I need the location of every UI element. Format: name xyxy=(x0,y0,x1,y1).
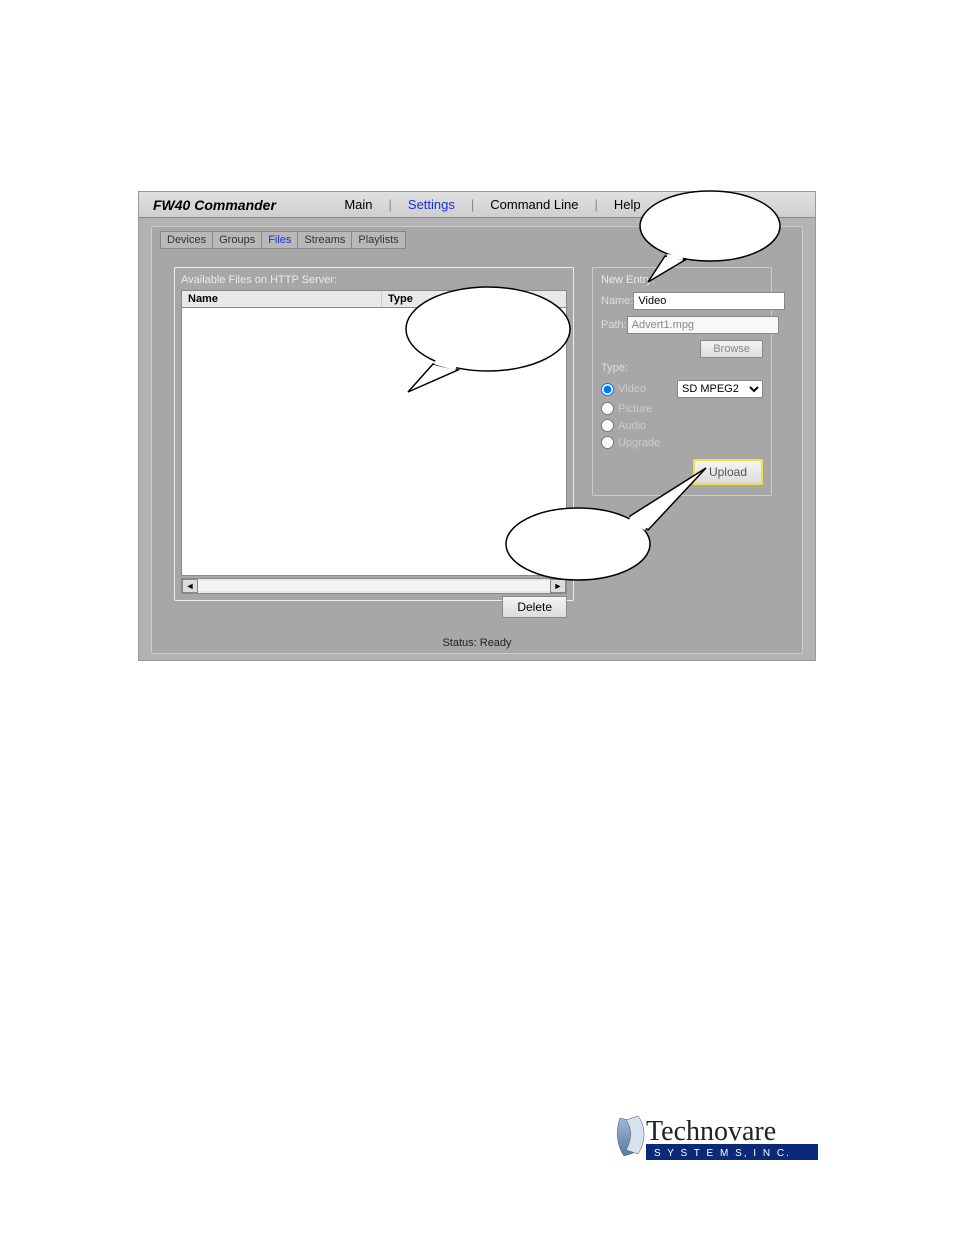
tab-groups[interactable]: Groups xyxy=(212,231,262,249)
radio-video-label: Video xyxy=(618,383,646,395)
scroll-left-icon[interactable]: ◄ xyxy=(182,579,198,593)
tab-streams[interactable]: Streams xyxy=(297,231,352,249)
tab-devices[interactable]: Devices xyxy=(160,231,213,249)
menubar: FW40 Commander Main | Settings | Command… xyxy=(139,192,815,218)
codec-select[interactable]: SD MPEG2 xyxy=(677,380,763,398)
radio-upgrade[interactable] xyxy=(601,436,614,449)
app-window: FW40 Commander Main | Settings | Command… xyxy=(138,191,816,661)
menu-main[interactable]: Main xyxy=(336,197,380,212)
menu-separator: | xyxy=(586,197,605,212)
name-input[interactable] xyxy=(633,292,785,310)
file-list[interactable]: Name Type xyxy=(181,290,567,576)
scroll-track[interactable] xyxy=(198,581,550,591)
type-label: Type: xyxy=(601,362,763,374)
radio-video[interactable] xyxy=(601,383,614,396)
upload-button[interactable]: Upload xyxy=(693,459,763,485)
status-bar: Status: Ready xyxy=(152,637,802,649)
column-name[interactable]: Name xyxy=(182,291,382,307)
radio-picture-label: Picture xyxy=(618,403,652,415)
menu-separator: | xyxy=(381,197,400,212)
path-input[interactable] xyxy=(627,316,779,334)
menu-items: Main | Settings | Command Line | Help xyxy=(336,197,648,212)
technovare-logo: Technovare S Y S T E M S, I N C. xyxy=(614,1112,824,1164)
logo-sub-text: S Y S T E M S, I N C. xyxy=(654,1148,791,1159)
tab-files[interactable]: Files xyxy=(261,231,298,249)
menu-help[interactable]: Help xyxy=(606,197,649,212)
browse-button[interactable]: Browse xyxy=(700,340,763,358)
tabs: DevicesGroupsFilesStreamsPlaylists xyxy=(160,231,405,249)
new-entry-group: New Entry: Name: Path: Browse Type: Vide… xyxy=(592,267,772,496)
tab-playlists[interactable]: Playlists xyxy=(351,231,405,249)
file-list-group: Available Files on HTTP Server: Name Typ… xyxy=(174,267,574,601)
radio-picture[interactable] xyxy=(601,402,614,415)
main-panel: DevicesGroupsFilesStreamsPlaylists Avail… xyxy=(151,226,803,654)
menu-settings[interactable]: Settings xyxy=(400,197,463,212)
name-label: Name: xyxy=(601,295,633,307)
horizontal-scrollbar[interactable]: ◄ ► xyxy=(181,578,567,594)
radio-audio-label: Audio xyxy=(618,420,646,432)
radio-upgrade-label: Upgrade xyxy=(618,437,660,449)
path-label: Path: xyxy=(601,319,627,331)
logo-brand-text: Technovare xyxy=(646,1116,776,1147)
app-title: FW40 Commander xyxy=(139,197,290,213)
new-entry-label: New Entry: xyxy=(601,274,763,286)
status-label: Status: xyxy=(442,637,476,649)
menu-separator: | xyxy=(463,197,482,212)
radio-audio[interactable] xyxy=(601,419,614,432)
status-value: Ready xyxy=(480,637,512,649)
delete-button[interactable]: Delete xyxy=(502,596,567,618)
available-files-label: Available Files on HTTP Server: xyxy=(181,274,567,286)
scroll-right-icon[interactable]: ► xyxy=(550,579,566,593)
column-type[interactable]: Type xyxy=(382,291,502,307)
file-list-header: Name Type xyxy=(182,291,566,308)
menu-command-line[interactable]: Command Line xyxy=(482,197,586,212)
